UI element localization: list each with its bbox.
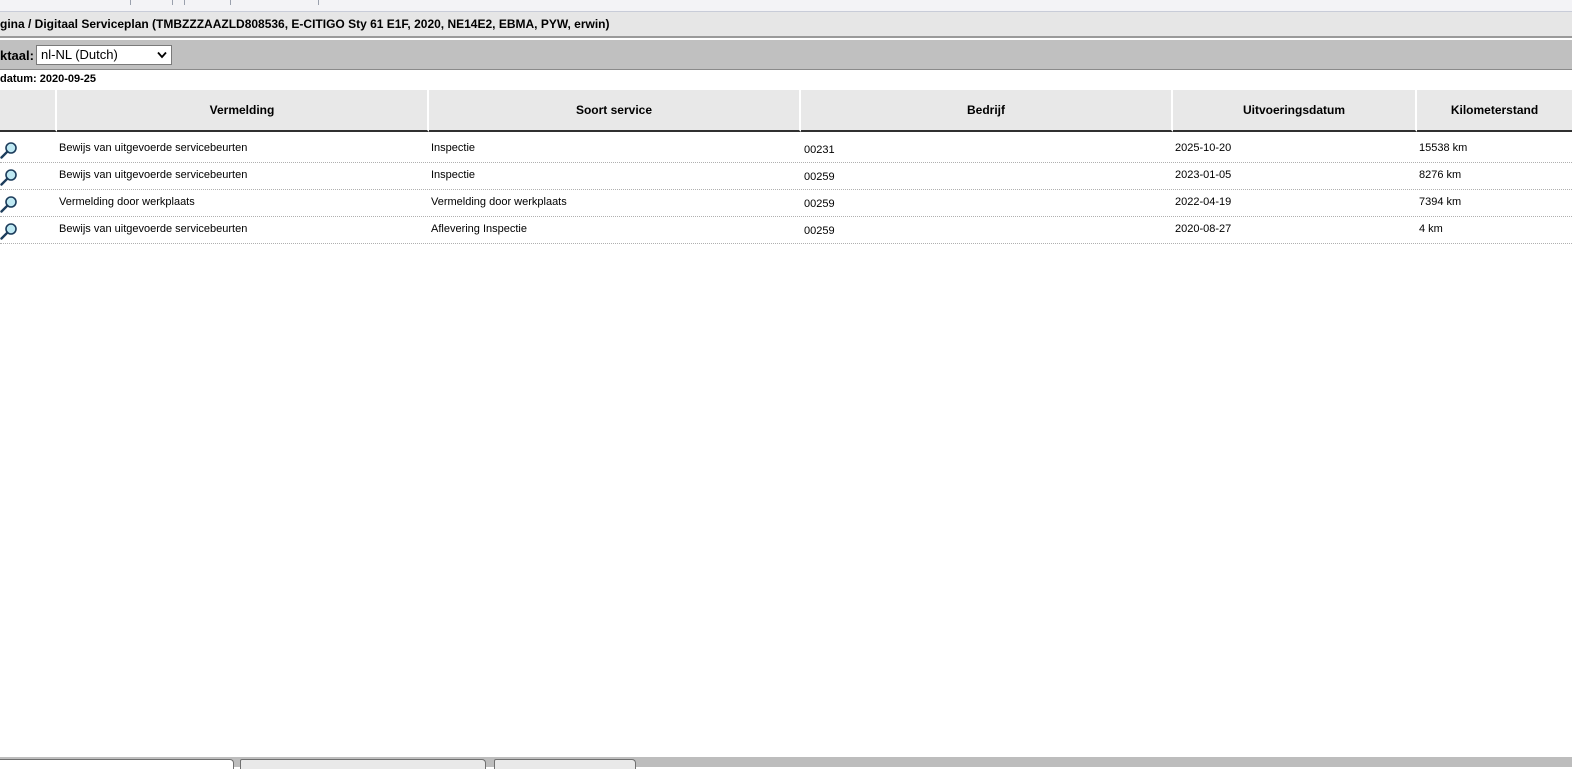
cell-bedrijf: 00259 [804, 198, 835, 210]
cell-vermelding: Vermelding door werkplaats [59, 196, 195, 208]
magnifier-icon[interactable] [0, 141, 18, 159]
cell-kilometerstand: 15538 km [1419, 142, 1468, 154]
cell-bedrijf: 00259 [804, 171, 835, 183]
cell-bedrijf: 00259 [804, 225, 835, 237]
cell-uitvoeringsdatum: 2025-10-20 [1175, 142, 1232, 154]
table-row: Bewijs van uitgevoerde servicebeurten In… [0, 163, 1572, 190]
table-row: Bewijs van uitgevoerde servicebeurten In… [0, 136, 1572, 163]
table-row: Vermelding door werkplaats Vermelding do… [0, 190, 1572, 217]
column-header-vermelding[interactable]: Vermelding [57, 90, 429, 132]
magnifier-icon[interactable] [0, 168, 18, 186]
language-bar: ktaal: nl-NL (Dutch) [0, 40, 1572, 70]
bottom-tab-3[interactable] [494, 759, 636, 769]
cell-uitvoeringsdatum: 2020-08-27 [1175, 223, 1232, 235]
bottom-tab-2[interactable] [240, 759, 486, 769]
language-selected-value: nl-NL (Dutch) [41, 47, 118, 62]
cell-vermelding: Bewijs van uitgevoerde servicebeurten [59, 223, 248, 235]
cell-soort-service: Vermelding door werkplaats [431, 196, 567, 208]
magnifier-icon[interactable] [0, 195, 18, 213]
cell-vermelding: Bewijs van uitgevoerde servicebeurten [59, 169, 248, 181]
breadcrumb-bar: gina / Digitaal Serviceplan (TMBZZZAAZLD… [0, 12, 1572, 38]
cell-uitvoeringsdatum: 2023-01-05 [1175, 169, 1232, 181]
chevron-down-icon [157, 51, 167, 59]
cell-vermelding: Bewijs van uitgevoerde servicebeurten [59, 142, 248, 154]
cell-uitvoeringsdatum: 2022-04-19 [1175, 196, 1232, 208]
column-header-soort-service[interactable]: Soort service [429, 90, 801, 132]
bottom-tab-strip [0, 757, 1572, 769]
cell-bedrijf: 00231 [804, 144, 835, 156]
top-toolbar-strip [0, 0, 1572, 12]
bottom-tab-1[interactable] [0, 759, 234, 769]
column-header-uitvoeringsdatum[interactable]: Uitvoeringsdatum [1173, 90, 1417, 132]
language-label: ktaal: [0, 48, 34, 63]
column-header-kilometerstand[interactable]: Kilometerstand [1417, 90, 1572, 132]
cell-kilometerstand: 7394 km [1419, 196, 1462, 208]
cell-soort-service: Aflevering Inspectie [431, 223, 527, 235]
magnifier-icon[interactable] [0, 222, 18, 240]
date-line: datum: 2020-09-25 [0, 73, 96, 85]
cell-soort-service: Inspectie [431, 142, 476, 154]
table-row: Bewijs van uitgevoerde servicebeurten Af… [0, 217, 1572, 244]
breadcrumb: gina / Digitaal Serviceplan (TMBZZZAAZLD… [0, 17, 610, 31]
column-header-action [0, 90, 57, 132]
column-header-bedrijf[interactable]: Bedrijf [801, 90, 1173, 132]
cell-kilometerstand: 8276 km [1419, 169, 1462, 181]
cell-soort-service: Inspectie [431, 169, 476, 181]
language-select[interactable]: nl-NL (Dutch) [36, 45, 172, 65]
cell-kilometerstand: 4 km [1419, 223, 1443, 235]
